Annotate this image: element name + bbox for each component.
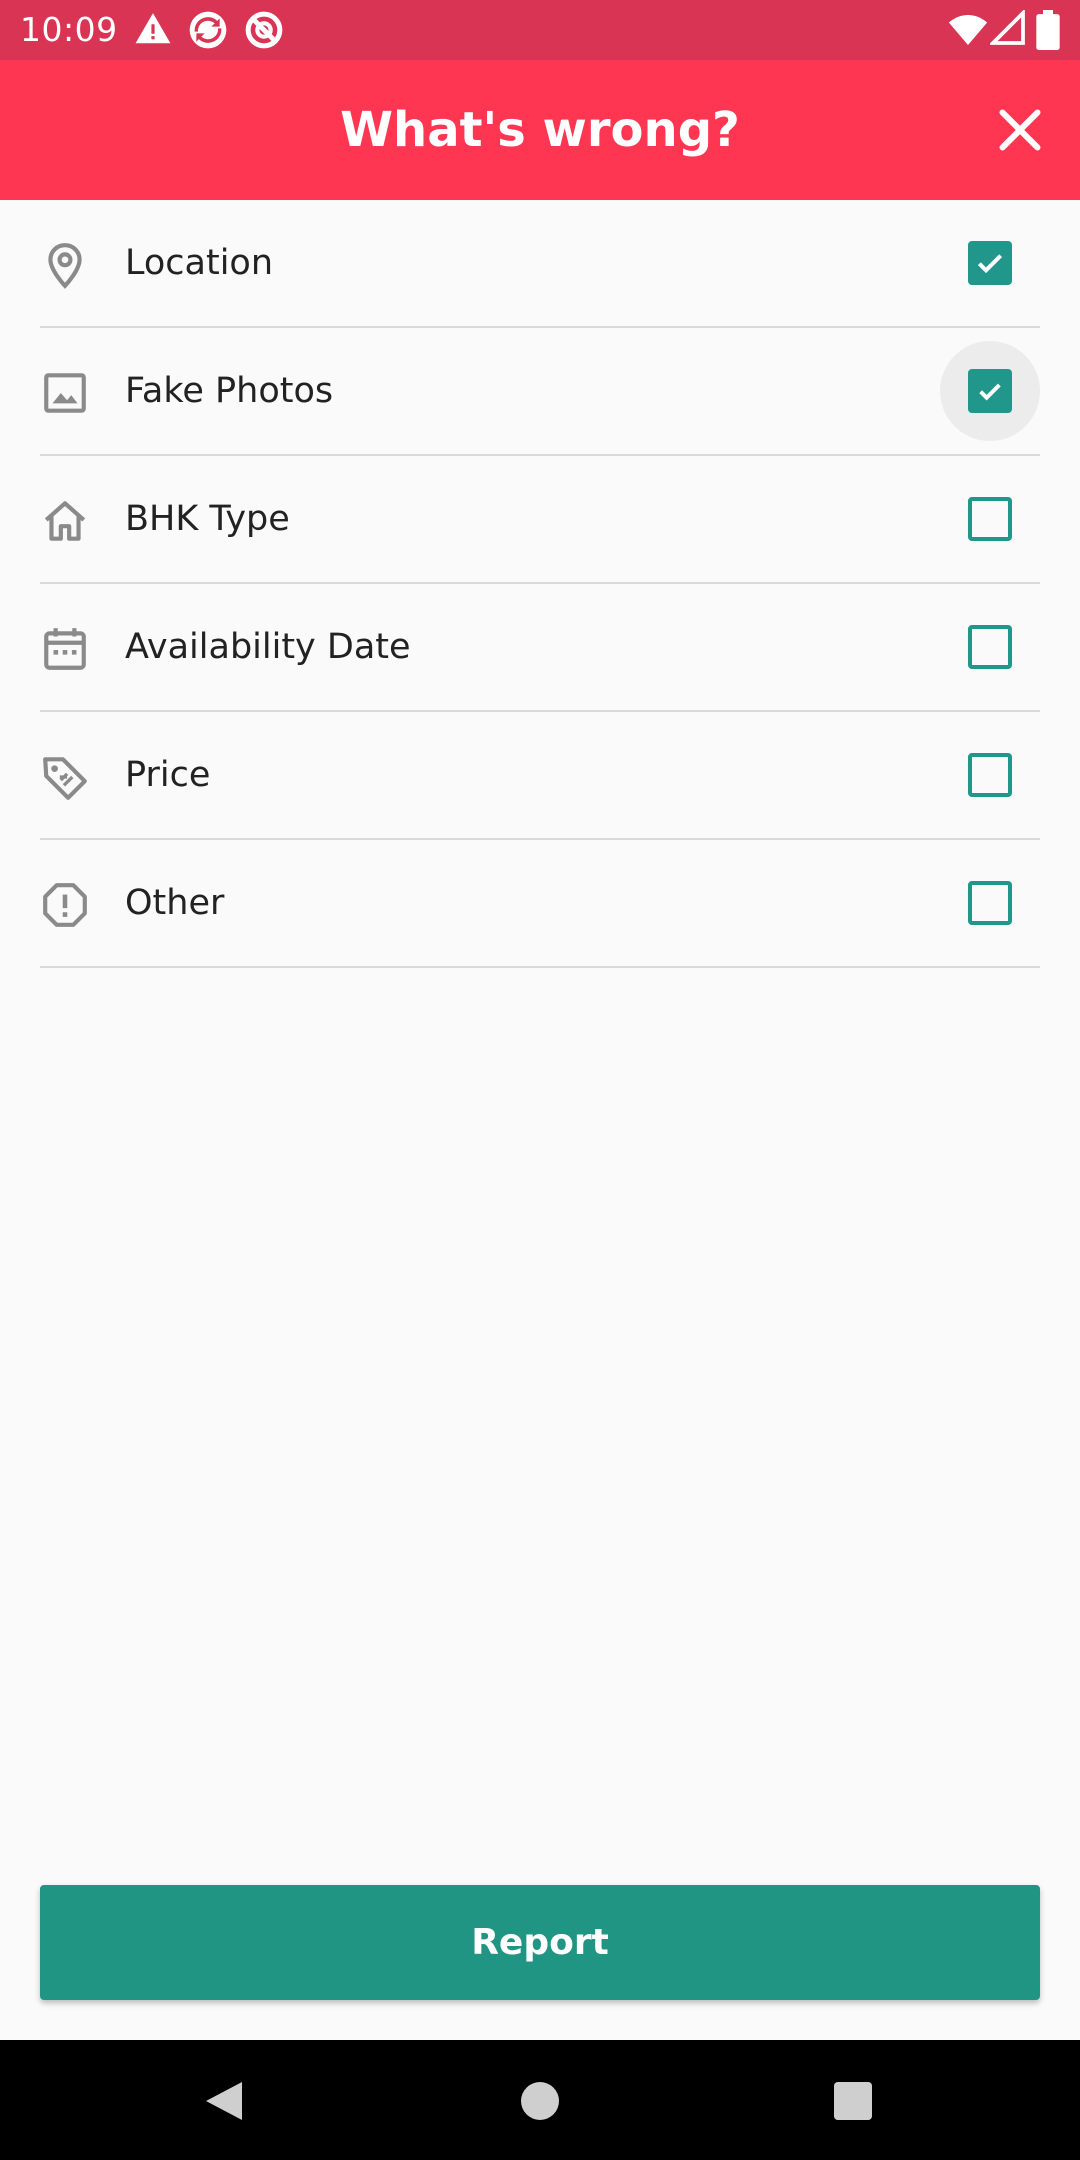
option-bhk-type[interactable]: BHK Type [40,456,1040,584]
option-fake-photos[interactable]: Fake Photos [40,328,1040,456]
status-time: 10:09 [20,10,118,49]
location-checkbox[interactable] [940,213,1040,313]
cellular-signal-icon [988,8,1026,50]
alert-octagon-icon [40,880,90,930]
report-button[interactable]: Report [40,1885,1040,2000]
checkbox-unchecked [968,625,1012,669]
price-checkbox[interactable] [940,725,1040,825]
option-label: Fake Photos [125,371,334,411]
app-bar: What's wrong? [0,60,1080,200]
option-label: Location [125,243,274,283]
checkbox-unchecked [968,753,1012,797]
calendar-icon [40,624,90,674]
other-checkbox[interactable] [940,853,1040,953]
bhk-type-checkbox[interactable] [940,469,1040,569]
option-label: Price [125,755,211,795]
status-bar: 10:09 [0,0,1080,60]
issue-options-list: Location Fake Photos BHK Type Availabili… [40,200,1040,968]
checkbox-unchecked [968,881,1012,925]
option-location[interactable]: Location [40,200,1040,328]
home-circle-icon[interactable] [521,2082,559,2124]
option-other[interactable]: Other [40,840,1040,968]
option-availability-date[interactable]: Availability Date [40,584,1040,712]
recents-icon[interactable] [834,2082,872,2124]
close-icon [999,109,1041,151]
option-label: Other [125,883,225,923]
option-price[interactable]: Price [40,712,1040,840]
system-navigation-bar [0,2040,1080,2160]
checkbox-checked [968,369,1012,413]
close-button[interactable] [990,100,1050,160]
back-icon[interactable] [204,2080,244,2126]
price-tag-icon [40,752,90,802]
battery-icon [1036,10,1060,54]
page-title: What's wrong? [340,102,740,158]
location-pin-icon [40,240,90,290]
image-icon [40,368,90,418]
checkbox-unchecked [968,497,1012,541]
availability-date-checkbox[interactable] [940,597,1040,697]
option-label: BHK Type [125,499,290,539]
sync-app-icon [188,10,228,54]
blocked-app-icon [244,10,284,54]
report-listing-screen: 10:09 What's wrong? Location Fake Photos… [0,0,1080,2160]
checkbox-checked [968,241,1012,285]
fake-photos-checkbox[interactable] [940,341,1040,441]
warning-icon [134,10,172,52]
wifi-icon [948,10,988,54]
option-label: Availability Date [125,627,411,667]
home-icon [40,496,90,546]
